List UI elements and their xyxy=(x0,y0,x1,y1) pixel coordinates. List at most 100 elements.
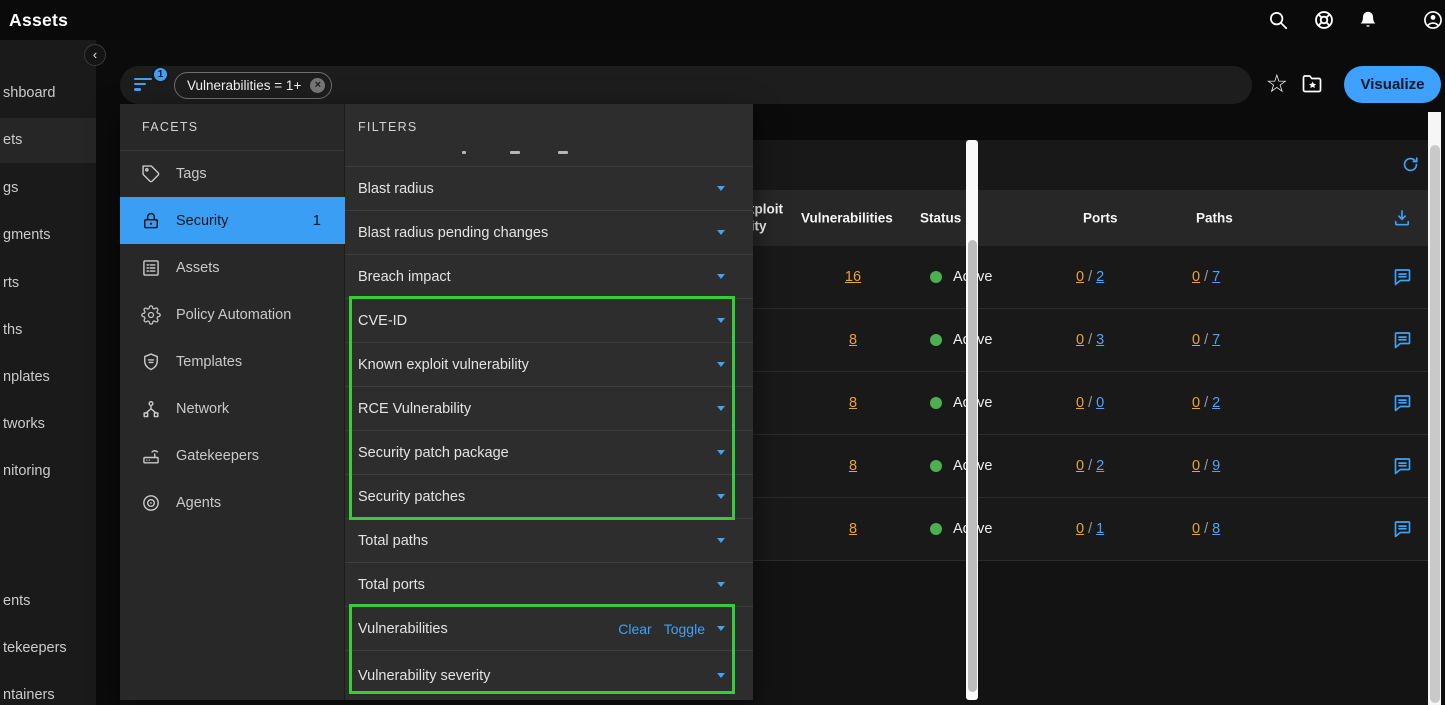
sidebar-item-monitoring[interactable]: nitoring xyxy=(3,461,51,481)
ports-open-link[interactable]: 0 xyxy=(1076,395,1084,411)
sidebar-item-tags[interactable]: gs xyxy=(3,178,18,198)
query-bar[interactable]: 1 Vulnerabilities = 1+ × xyxy=(120,66,1252,104)
facet-item-assets[interactable]: Assets xyxy=(120,244,345,291)
filter-item-total-ports[interactable]: Total ports xyxy=(345,562,753,606)
comment-icon[interactable] xyxy=(1392,519,1413,540)
paths-total-link[interactable]: 7 xyxy=(1212,269,1220,285)
filter-item-blast-radius[interactable]: Blast radius xyxy=(345,166,753,210)
vulnerabilities-link[interactable]: 8 xyxy=(833,332,873,348)
chevron-down-icon[interactable] xyxy=(717,274,725,279)
chevron-down-icon[interactable] xyxy=(717,230,725,235)
chevron-down-icon[interactable] xyxy=(717,362,725,367)
sidebar-item-templates[interactable]: nplates xyxy=(3,367,50,387)
paths-open-link[interactable]: 0 xyxy=(1192,395,1200,411)
chevron-down-icon[interactable] xyxy=(717,538,725,543)
saved-queries-folder-icon[interactable] xyxy=(1300,72,1324,96)
app-window: Assets shboard ets gs gments rts ths npl… xyxy=(0,0,1445,705)
sidebar-item-containers[interactable]: ntainers xyxy=(3,685,55,705)
filter-item-blast-radius-pending-changes[interactable]: Blast radius pending changes xyxy=(345,210,753,254)
filter-item-total-paths[interactable]: Total paths xyxy=(345,518,753,562)
window-scrollbar[interactable] xyxy=(1428,112,1441,705)
comment-icon[interactable] xyxy=(1392,330,1413,351)
ports-total-link[interactable]: 0 xyxy=(1096,395,1104,411)
comment-icon[interactable] xyxy=(1392,456,1413,477)
help-lifebuoy-icon[interactable] xyxy=(1313,9,1335,31)
dropdown-scrollbar[interactable] xyxy=(966,140,978,700)
sidebar-item-dashboard[interactable]: shboard xyxy=(3,83,55,103)
filter-chip[interactable]: Vulnerabilities = 1+ × xyxy=(174,72,332,99)
paths-open-link[interactable]: 0 xyxy=(1192,458,1200,474)
download-icon[interactable] xyxy=(1392,208,1412,228)
filter-item-rce-vulnerability[interactable]: RCE Vulnerability xyxy=(345,386,753,430)
clear-link[interactable]: Clear xyxy=(618,621,651,637)
notifications-bell-icon[interactable] xyxy=(1357,9,1379,31)
ports-open-link[interactable]: 0 xyxy=(1076,521,1084,537)
facet-label: Gatekeepers xyxy=(176,448,259,464)
vulnerabilities-link[interactable]: 8 xyxy=(833,395,873,411)
chevron-down-icon[interactable] xyxy=(717,450,725,455)
ports-open-link[interactable]: 0 xyxy=(1076,332,1084,348)
facet-item-gatekeepers[interactable]: Gatekeepers xyxy=(120,432,345,479)
paths-open-link[interactable]: 0 xyxy=(1192,332,1200,348)
ports-total-link[interactable]: 1 xyxy=(1096,521,1104,537)
sidebar-item-paths[interactable]: ths xyxy=(3,320,22,340)
filter-item-vulnerabilities[interactable]: Vulnerabilities Clear Toggle xyxy=(345,606,753,650)
vulnerabilities-link[interactable]: 8 xyxy=(833,458,873,474)
vulnerabilities-link[interactable]: 16 xyxy=(833,269,873,285)
ports-total-link[interactable]: 2 xyxy=(1096,458,1104,474)
facet-item-security[interactable]: Security 1 xyxy=(120,197,345,244)
filter-item-security-patch-package[interactable]: Security patch package xyxy=(345,430,753,474)
slash-separator: / xyxy=(1088,269,1092,285)
paths-open-link[interactable]: 0 xyxy=(1192,269,1200,285)
paths-total-link[interactable]: 9 xyxy=(1212,458,1220,474)
sidebar-item-assets[interactable]: ets xyxy=(3,130,22,150)
chevron-down-icon[interactable] xyxy=(717,494,725,499)
ports-open-link[interactable]: 0 xyxy=(1076,269,1084,285)
filter-item-cve-id[interactable]: CVE-ID xyxy=(345,298,753,342)
sidebar-item-segments[interactable]: gments xyxy=(3,225,51,245)
sidebar-item-agents[interactable]: ents xyxy=(3,591,30,611)
facet-item-tags[interactable]: Tags xyxy=(120,150,345,197)
chevron-down-icon[interactable] xyxy=(717,673,725,678)
chip-remove-icon[interactable]: × xyxy=(310,78,325,93)
chevron-down-icon[interactable] xyxy=(717,626,725,631)
refresh-icon[interactable] xyxy=(1401,155,1420,174)
chevron-down-icon[interactable] xyxy=(717,582,725,587)
paths-open-link[interactable]: 0 xyxy=(1192,521,1200,537)
ports-total-link[interactable]: 3 xyxy=(1096,332,1104,348)
facet-item-policy-automation[interactable]: Policy Automation xyxy=(120,291,345,338)
dropdown-scrollbar-thumb[interactable] xyxy=(968,240,977,692)
filter-item-vulnerability-severity[interactable]: Vulnerability severity xyxy=(345,650,753,700)
comment-icon[interactable] xyxy=(1392,267,1413,288)
favorite-star-icon[interactable]: ☆ xyxy=(1266,72,1288,97)
comment-icon[interactable] xyxy=(1392,393,1413,414)
facet-item-templates[interactable]: Templates xyxy=(120,338,345,385)
paths-total-link[interactable]: 2 xyxy=(1212,395,1220,411)
window-scrollbar-thumb[interactable] xyxy=(1430,145,1440,703)
filter-item-known-exploit-vulnerability[interactable]: Known exploit vulnerability xyxy=(345,342,753,386)
profile-icon[interactable] xyxy=(1422,9,1444,31)
filter-item-breach-impact[interactable]: Breach impact xyxy=(345,254,753,298)
filter-item-security-patches[interactable]: Security patches xyxy=(345,474,753,518)
sidebar-item-networks[interactable]: tworks xyxy=(3,414,45,434)
sidebar-item-reports[interactable]: rts xyxy=(3,273,19,293)
search-icon[interactable] xyxy=(1267,9,1289,31)
status-cell: Active xyxy=(930,269,993,285)
chevron-down-icon[interactable] xyxy=(717,318,725,323)
sidebar-item-gatekeepers[interactable]: tekeepers xyxy=(3,638,67,658)
visualize-button[interactable]: Visualize xyxy=(1344,66,1441,103)
sidebar-collapse-button[interactable]: ‹ xyxy=(84,44,106,66)
paths-total-link[interactable]: 7 xyxy=(1212,332,1220,348)
vulnerabilities-link[interactable]: 8 xyxy=(833,521,873,537)
paths-total-link[interactable]: 8 xyxy=(1212,521,1220,537)
ports-total-link[interactable]: 2 xyxy=(1096,269,1104,285)
toggle-link[interactable]: Toggle xyxy=(664,621,705,637)
ports-open-link[interactable]: 0 xyxy=(1076,458,1084,474)
filter-icon[interactable]: 1 xyxy=(134,75,160,95)
facet-item-agents[interactable]: Agents xyxy=(120,479,345,526)
chevron-down-icon[interactable] xyxy=(717,406,725,411)
chevron-down-icon[interactable] xyxy=(717,186,725,191)
facet-item-network[interactable]: Network xyxy=(120,385,345,432)
status-cell: Active xyxy=(930,395,993,411)
status-dot xyxy=(930,523,942,535)
